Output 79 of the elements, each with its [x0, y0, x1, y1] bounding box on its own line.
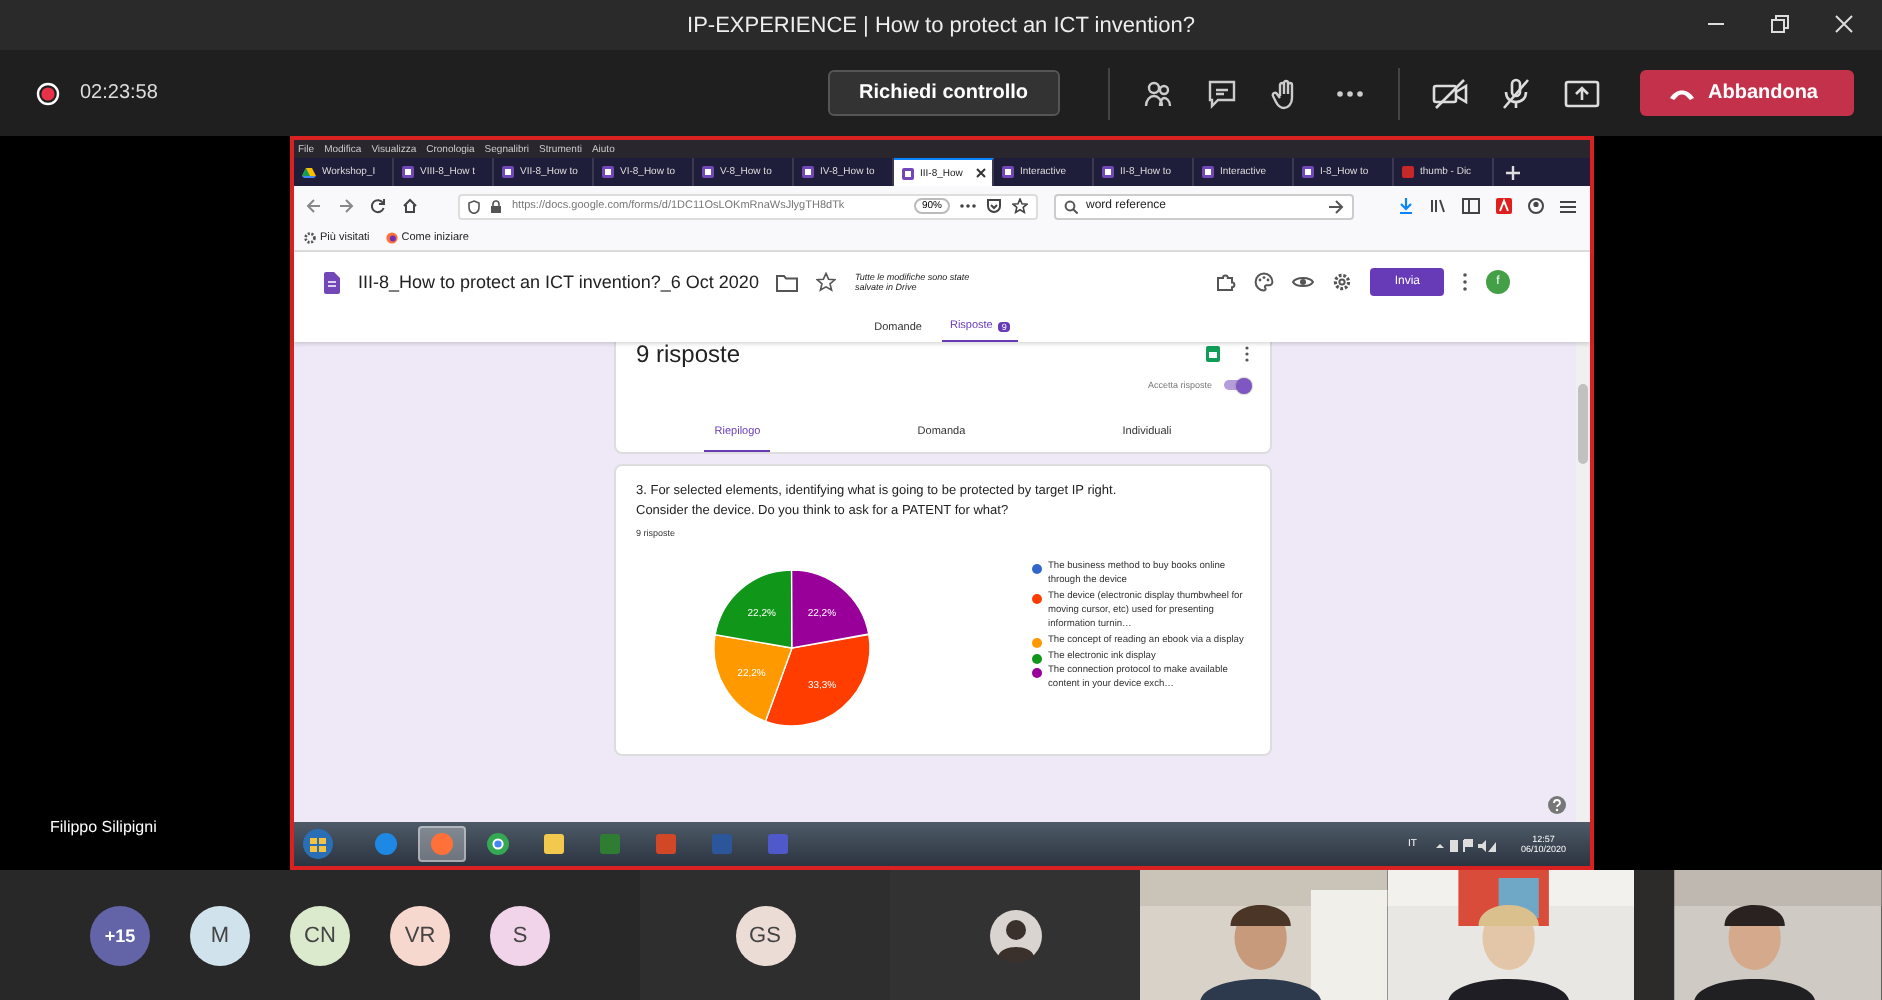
new-tab-icon[interactable]	[1506, 165, 1520, 179]
restore-icon[interactable]	[1770, 14, 1790, 34]
form-favicon-icon	[902, 167, 914, 179]
search-icon	[1064, 199, 1078, 213]
star-icon[interactable]	[1012, 198, 1028, 214]
shield-icon[interactable]	[468, 199, 480, 213]
palette-icon[interactable]	[1254, 272, 1275, 292]
lock-icon[interactable]	[490, 199, 502, 213]
settings-icon[interactable]	[1332, 272, 1353, 292]
form-document-icon	[324, 271, 340, 293]
app-icon	[430, 832, 454, 856]
pdf-icon[interactable]	[1496, 198, 1512, 214]
forward-icon[interactable]	[338, 198, 354, 214]
spreadsheet-icon[interactable]	[1206, 346, 1220, 362]
response-count: 9 risposte	[636, 340, 743, 368]
form-favicon-icon	[1002, 166, 1014, 178]
avatar-silhouette-icon[interactable]	[989, 909, 1041, 961]
eye-icon[interactable]	[1292, 274, 1315, 290]
app-icon	[710, 832, 734, 856]
app-icon	[766, 832, 790, 856]
gear-icon	[304, 232, 316, 244]
scrollbar[interactable]	[1576, 342, 1590, 822]
more-participants-badge[interactable]: +15	[90, 905, 150, 965]
accept-responses-toggle[interactable]	[1224, 380, 1250, 390]
participant-avatar[interactable]: VR	[390, 905, 450, 965]
recording-icon	[36, 81, 60, 105]
call-timer: 02:23:58	[80, 82, 158, 104]
sidebar-icon[interactable]	[1462, 198, 1480, 214]
app-icon	[542, 832, 566, 856]
form-favicon-icon	[802, 166, 814, 178]
app-icon	[598, 832, 622, 856]
close-tab-icon[interactable]	[976, 168, 986, 178]
form-favicon-icon	[1202, 166, 1214, 178]
form-favicon-icon	[502, 166, 514, 178]
form-favicon-icon	[402, 166, 414, 178]
square-favicon-icon	[1402, 166, 1414, 178]
puzzle-icon[interactable]	[1216, 272, 1237, 292]
arrow-icon[interactable]	[1328, 199, 1344, 213]
form-favicon-icon	[1302, 166, 1314, 178]
form-favicon-icon	[1102, 166, 1114, 178]
presenter-name: Filippo Silipigni	[50, 818, 157, 836]
app-icon	[374, 832, 398, 856]
more-icon[interactable]	[1244, 346, 1250, 362]
back-icon[interactable]	[306, 198, 322, 214]
microphone-off-icon[interactable]	[1500, 77, 1532, 109]
account-icon[interactable]	[1528, 198, 1544, 214]
window-title: IP-EXPERIENCE | How to protect an ICT invention?	[687, 13, 1195, 37]
leave-button[interactable]: Abbandona	[1640, 70, 1854, 116]
tray-icons-drawing[interactable]	[1436, 837, 1497, 851]
chat-icon[interactable]	[1206, 77, 1238, 109]
phone-icon	[1668, 85, 1696, 101]
start-button[interactable]	[302, 828, 334, 860]
request-control-button[interactable]: Richiedi controllo	[827, 70, 1060, 116]
close-icon[interactable]	[1834, 14, 1854, 34]
participant-avatar[interactable]: S	[490, 905, 550, 965]
form-title[interactable]: III-8_How to protect an ICT invention?_6 Oct 2020	[358, 272, 759, 292]
camera-off-icon[interactable]	[1432, 77, 1468, 109]
app-icon	[654, 832, 678, 856]
pocket-icon[interactable]	[986, 198, 1002, 214]
reload-icon[interactable]	[370, 198, 386, 214]
more-icon[interactable]	[960, 202, 976, 210]
participant-avatar[interactable]: CN	[290, 905, 350, 965]
library-icon[interactable]	[1430, 198, 1446, 214]
home-icon[interactable]	[402, 198, 418, 214]
download-icon[interactable]	[1398, 198, 1414, 214]
globe-icon	[385, 232, 398, 244]
app-icon	[486, 832, 510, 856]
help-icon[interactable]	[1548, 796, 1566, 814]
menu-icon[interactable]	[1560, 199, 1576, 213]
share-screen-icon[interactable]	[1564, 77, 1600, 109]
participant-avatar[interactable]: GS	[735, 905, 795, 965]
people-icon[interactable]	[1142, 77, 1174, 109]
participant-avatar[interactable]: M	[190, 905, 250, 965]
more-icon[interactable]	[1462, 272, 1468, 292]
triangle-favicon-icon	[302, 166, 316, 178]
form-favicon-icon	[702, 166, 714, 178]
star-icon[interactable]	[816, 272, 837, 292]
folder-icon[interactable]	[776, 273, 799, 291]
form-favicon-icon	[602, 166, 614, 178]
